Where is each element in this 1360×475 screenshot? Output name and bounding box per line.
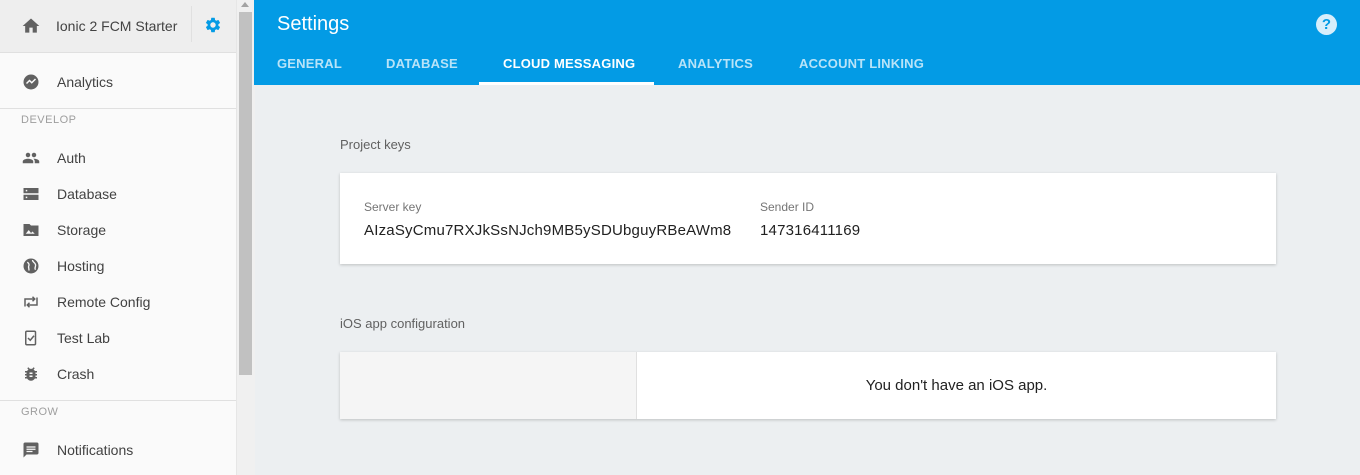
tab-cloud-messaging[interactable]: CLOUD MESSAGING (503, 56, 635, 71)
no-ios-app-message: You don't have an iOS app. (865, 377, 1048, 394)
remote-config-icon (24, 296, 38, 308)
project-keys-title: Project keys (340, 137, 411, 152)
sidebar-item-label: Test Lab (57, 330, 110, 346)
sender-id-value[interactable]: 147316411169 (760, 222, 860, 239)
bug-icon (25, 367, 37, 381)
storage-icon (23, 224, 39, 236)
sidebar-item-label: Remote Config (57, 294, 151, 310)
help-icon[interactable]: ? (1316, 14, 1337, 35)
project-bar: Ionic 2 FCM Starter (0, 0, 236, 53)
page-title: Settings (277, 13, 350, 35)
sidebar-item-auth[interactable]: Auth (0, 140, 236, 176)
divider (0, 400, 236, 401)
tab-general[interactable]: GENERAL (277, 56, 342, 71)
sidebar-scrollbar[interactable] (236, 0, 255, 475)
section-label-develop: DEVELOP (21, 114, 77, 126)
section-label-grow: GROW (21, 406, 59, 418)
tab-database[interactable]: DATABASE (386, 56, 458, 71)
sidebar-item-storage[interactable]: Storage (0, 212, 236, 248)
server-key-value[interactable]: AIzaSyCmu7RXJkSsNJch9MB5ySDUbguyRBeAWm8 (364, 222, 731, 239)
database-icon (23, 188, 39, 200)
sidebar-item-notifications[interactable]: Notifications (0, 432, 236, 468)
sidebar-item-hosting[interactable]: Hosting (0, 248, 236, 284)
sidebar-item-analytics[interactable]: Analytics (0, 64, 236, 100)
sidebar-item-label: Auth (57, 150, 86, 166)
ios-config-title: iOS app configuration (340, 316, 466, 331)
test-lab-icon (25, 330, 37, 346)
tab-analytics[interactable]: ANALYTICS (678, 56, 753, 71)
sidebar-item-remote-config[interactable]: Remote Config (0, 284, 236, 320)
sidebar-item-label: Notifications (57, 442, 134, 458)
sidebar-item-label: Hosting (57, 258, 105, 274)
analytics-icon (23, 74, 39, 90)
sidebar-item-label: Storage (57, 222, 107, 238)
sidebar-item-label: Analytics (57, 74, 114, 90)
globe-icon (23, 258, 39, 274)
server-key-label: Server key (364, 200, 422, 214)
ios-config-card: You don't have an iOS app. (340, 352, 1276, 419)
divider (0, 108, 236, 109)
divider (191, 6, 192, 42)
people-icon (22, 152, 40, 164)
sidebar-item-database[interactable]: Database (0, 176, 236, 212)
sidebar-item-test-lab[interactable]: Test Lab (0, 320, 236, 356)
gear-icon[interactable] (204, 16, 222, 34)
sidebar-item-label: Crash (57, 366, 95, 382)
sidebar-item-label: Database (57, 186, 117, 202)
active-tab-indicator (479, 82, 654, 85)
sidebar-item-crash[interactable]: Crash (0, 356, 236, 392)
home-icon[interactable] (21, 16, 41, 36)
header-bar: Settings ? GENERAL DATABASE CLOUD MESSAG… (254, 0, 1360, 85)
sidebar: Ionic 2 FCM Starter Analytics DEVELOP Au… (0, 0, 237, 475)
project-keys-card: Server key AIzaSyCmu7RXJkSsNJch9MB5ySDUb… (340, 173, 1276, 264)
sender-id-label: Sender ID (760, 200, 815, 214)
ios-config-side-panel (340, 352, 637, 419)
notifications-icon (23, 442, 39, 458)
tab-account-linking[interactable]: ACCOUNT LINKING (799, 56, 924, 71)
scroll-up-arrow-icon[interactable] (241, 2, 249, 7)
scrollbar-thumb[interactable] (239, 12, 252, 375)
